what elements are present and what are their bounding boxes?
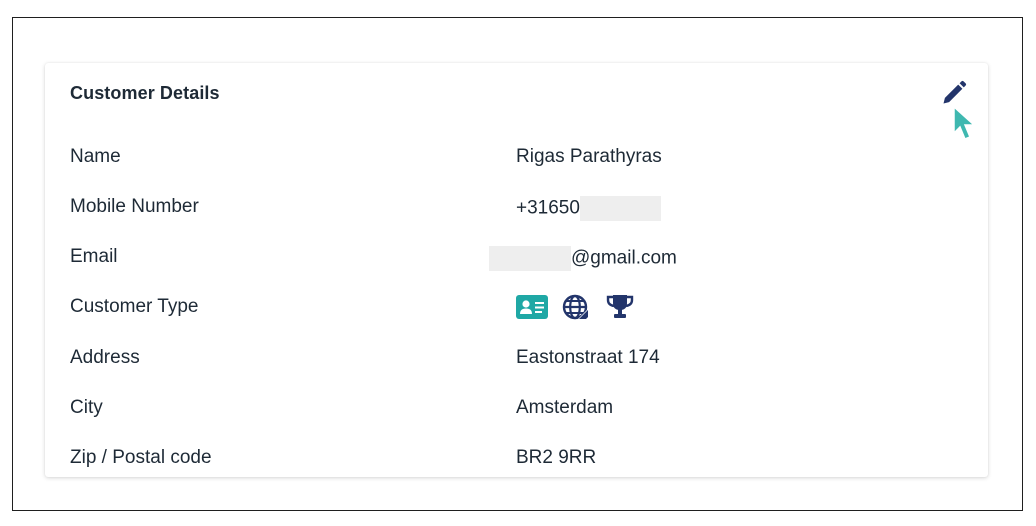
field-value-mobile: +31650 <box>516 196 661 221</box>
field-value-email: @gmail.com <box>489 246 677 271</box>
customer-details-card: Customer Details Name Rigas Parathyras M… <box>45 63 988 477</box>
mouse-cursor-icon <box>953 105 976 140</box>
global-icon <box>560 293 592 321</box>
field-value-zip: BR2 9RR <box>516 447 597 468</box>
trophy-icon <box>604 293 636 321</box>
customer-type-icons <box>516 293 636 321</box>
mobile-prefix: +31650 <box>516 197 580 219</box>
field-label-customer-type: Customer Type <box>70 296 199 317</box>
field-value-name: Rigas Parathyras <box>516 146 662 167</box>
email-domain: @gmail.com <box>571 247 677 269</box>
page-frame: Customer Details Name Rigas Parathyras M… <box>12 17 1023 511</box>
field-label-email: Email <box>70 246 118 267</box>
field-label-city: City <box>70 397 103 418</box>
field-row-address: Address Eastonstraat 174 <box>45 343 988 373</box>
field-value-city: Amsterdam <box>516 397 614 418</box>
card-title: Customer Details <box>70 83 220 103</box>
id-card-icon <box>516 293 548 321</box>
field-row-name: Name Rigas Parathyras <box>45 142 988 172</box>
field-label-zip: Zip / Postal code <box>70 447 212 468</box>
redacted-block <box>579 196 661 221</box>
field-row-city: City Amsterdam <box>45 393 988 423</box>
field-row-zip: Zip / Postal code BR2 9RR <box>45 443 988 473</box>
redacted-block <box>489 246 571 271</box>
field-label-address: Address <box>70 347 140 368</box>
field-row-customer-type: Customer Type <box>45 292 988 322</box>
pencil-icon <box>943 80 967 104</box>
field-row-email: Email @gmail.com <box>45 242 988 272</box>
field-row-mobile: Mobile Number +31650 <box>45 192 988 222</box>
field-value-address: Eastonstraat 174 <box>516 347 660 368</box>
field-label-mobile: Mobile Number <box>70 196 199 217</box>
field-label-name: Name <box>70 146 121 167</box>
